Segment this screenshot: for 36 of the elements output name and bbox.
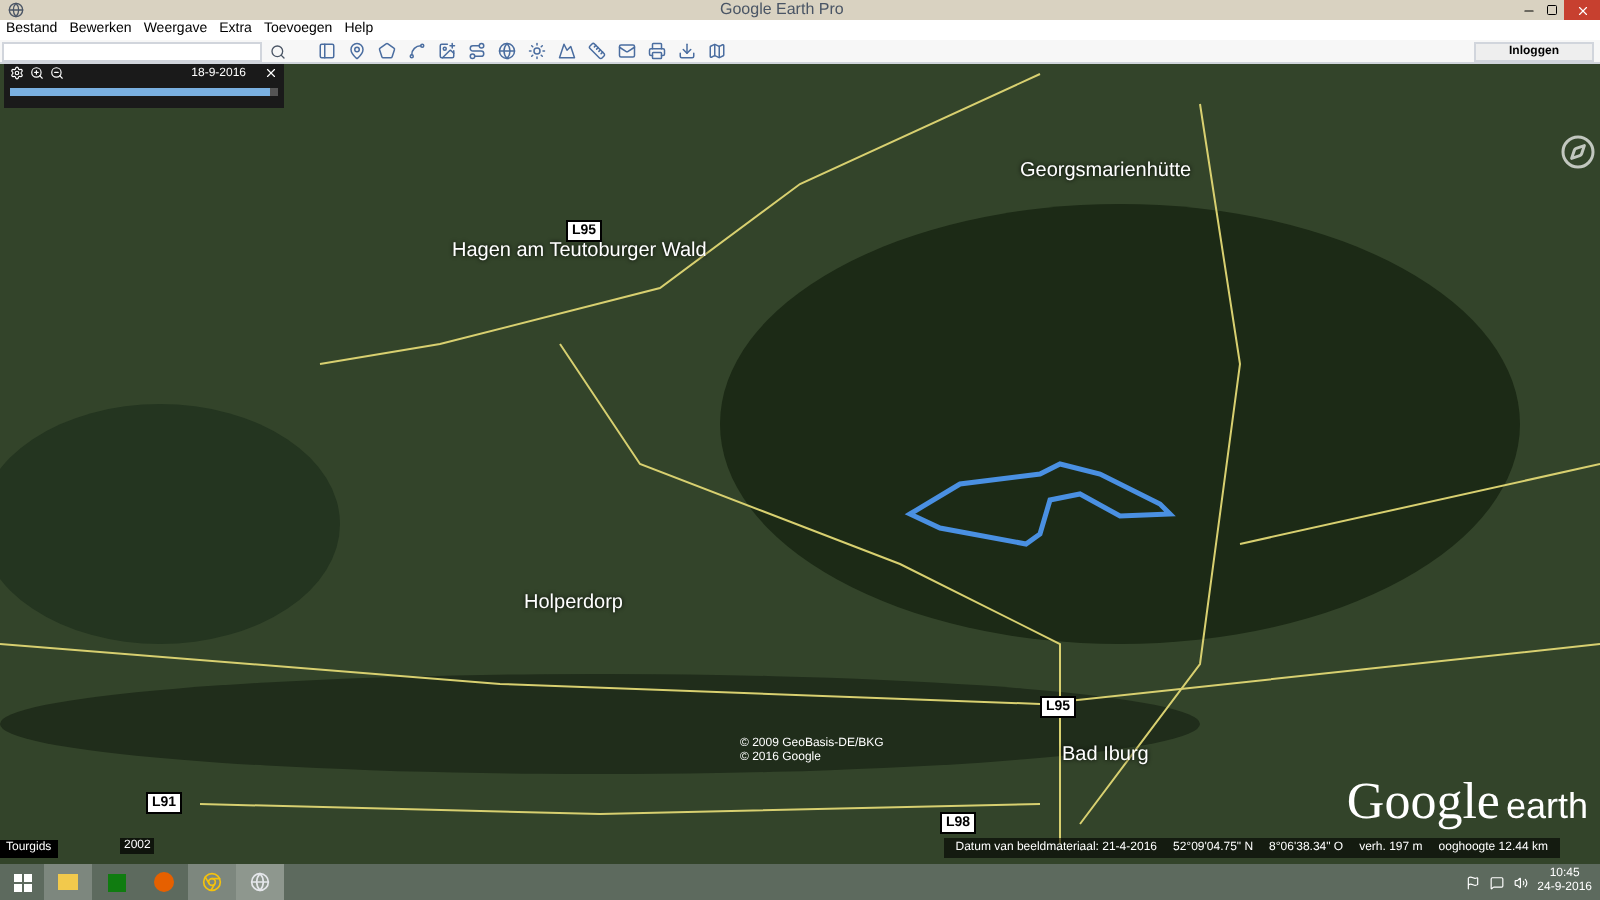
windows-logo-icon — [13, 873, 31, 891]
path-icon[interactable] — [408, 42, 426, 60]
speaker-icon[interactable] — [1513, 875, 1528, 889]
sun-icon[interactable] — [528, 42, 546, 60]
ruler-icon[interactable] — [588, 42, 606, 60]
close-icon — [1575, 3, 1589, 17]
globe-icon[interactable] — [498, 42, 516, 60]
app-icon — [8, 2, 24, 18]
zoom-out-icon[interactable] — [50, 66, 64, 80]
mountain-icon[interactable] — [558, 42, 576, 60]
search-field[interactable] — [2, 41, 262, 61]
google-earth-logo: Google earth — [1346, 774, 1588, 834]
search-icon — [270, 43, 286, 59]
window-title: Google Earth Pro — [720, 0, 844, 20]
maximize-icon — [1546, 4, 1558, 16]
download-icon[interactable] — [678, 42, 696, 60]
compass-icon[interactable] — [1560, 134, 1596, 170]
mail-icon[interactable] — [618, 42, 636, 60]
place-label: Hagen am Teutoburger Wald — [452, 238, 707, 266]
sidebar-icon[interactable] — [318, 42, 336, 60]
pin-icon[interactable] — [348, 42, 366, 60]
zoom-in-icon[interactable] — [30, 66, 44, 80]
place-label: Holperdorp — [524, 590, 623, 618]
map-icon[interactable] — [708, 42, 726, 60]
polygon-icon[interactable] — [378, 42, 396, 60]
close-icon — [264, 66, 278, 80]
message-icon[interactable] — [1489, 875, 1504, 889]
search-button[interactable] — [270, 43, 286, 59]
place-label: Georgsmarienhütte — [1020, 158, 1192, 186]
settings-icon[interactable] — [10, 66, 24, 80]
satellite-map[interactable] — [0, 64, 1600, 864]
printer-icon[interactable] — [648, 42, 666, 60]
image-overlay-icon[interactable] — [438, 42, 456, 60]
route-icon[interactable] — [468, 42, 486, 60]
close-button[interactable] — [264, 66, 278, 80]
flag-icon[interactable] — [1465, 875, 1480, 889]
